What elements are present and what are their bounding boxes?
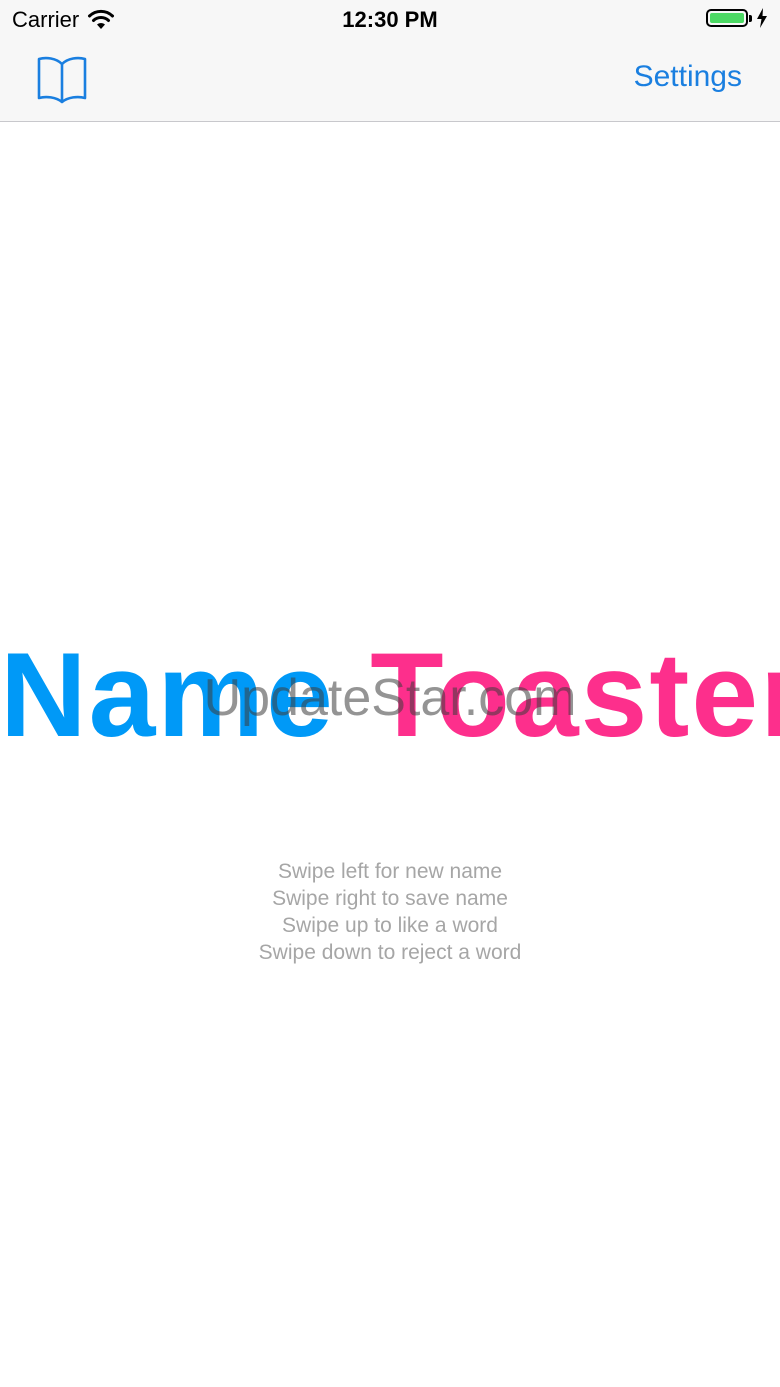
instruction-line: Swipe left for new name bbox=[277, 860, 503, 883]
swipe-instructions: Swipe left for new name Swipe right to s… bbox=[0, 858, 780, 966]
instruction-line: Swipe up to like a word bbox=[282, 914, 498, 937]
status-time: 12:30 PM bbox=[342, 7, 438, 32]
charging-bolt-icon bbox=[757, 8, 767, 28]
settings-button[interactable]: Settings bbox=[634, 60, 742, 94]
battery-indicator bbox=[706, 8, 768, 28]
status-bar: Carrier 12:30 PM bbox=[0, 0, 780, 40]
watermark: UpdateStar.com bbox=[203, 669, 577, 727]
book-icon bbox=[37, 56, 87, 104]
app-screen: Carrier 12:30 PM Settings Name Toaster U… bbox=[0, 0, 780, 1387]
instruction-line: Swipe down to reject a word bbox=[258, 941, 522, 964]
instruction-line: Swipe right to save name bbox=[272, 887, 508, 910]
saved-names-button[interactable] bbox=[34, 54, 90, 104]
battery-fill bbox=[710, 13, 744, 23]
battery-tip bbox=[749, 14, 752, 22]
battery-icon bbox=[706, 9, 748, 27]
navigation-bar: Settings bbox=[0, 40, 780, 122]
